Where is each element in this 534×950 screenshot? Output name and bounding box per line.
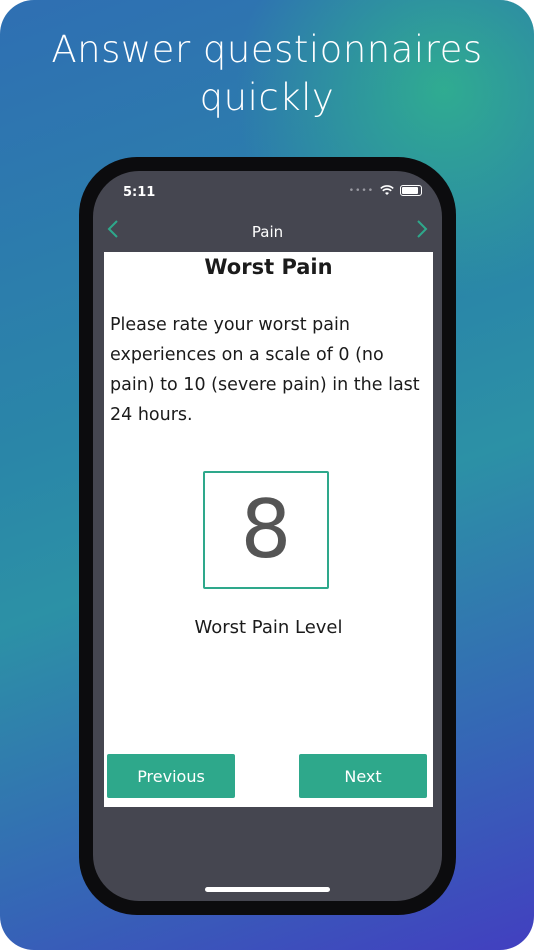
chevron-right-icon[interactable]	[416, 219, 428, 244]
status-icons: ••••	[349, 185, 422, 196]
promo-headline: Answer questionnaires quickly	[51, 28, 483, 119]
pain-value-label: Worst Pain Level	[194, 617, 343, 638]
question-card: Worst Pain Please rate your worst pain e…	[104, 252, 433, 807]
battery-icon	[400, 185, 422, 196]
home-indicator[interactable]	[205, 887, 330, 892]
status-time: 5:11	[123, 185, 156, 200]
phone-screen: 5:11 •••• Pain Worst Pain Please rate yo…	[93, 171, 442, 901]
question-title: Worst Pain	[204, 255, 333, 279]
previous-button[interactable]: Previous	[107, 754, 235, 798]
signal-dots-icon: ••••	[348, 185, 374, 196]
next-button[interactable]: Next	[299, 754, 427, 798]
wifi-icon	[380, 185, 394, 195]
navbar-title: Pain	[251, 223, 284, 241]
question-text: Please rate your worst pain experiences …	[110, 315, 420, 425]
pain-value-input[interactable]: 8	[203, 471, 329, 589]
